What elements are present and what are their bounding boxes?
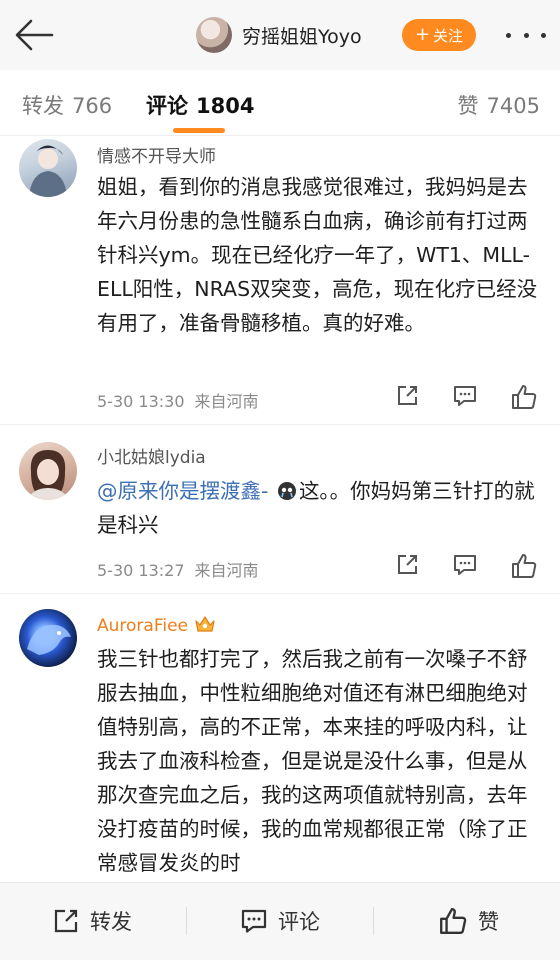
comment-time: 5-30 13:27 <box>97 561 185 580</box>
comment-item: AuroraFiee 我三针也都打完了，然后我之前有一次嗓子不舒服去抽血，中性粒… <box>0 609 560 882</box>
comment-icon <box>241 909 267 933</box>
commenter-avatar[interactable] <box>19 609 77 667</box>
avatar-figure-icon <box>29 145 67 197</box>
comment-label: 评论 <box>278 910 320 934</box>
share-icon <box>54 909 78 933</box>
share-button[interactable] <box>394 552 424 582</box>
reply-button[interactable] <box>452 383 482 413</box>
like-button[interactable] <box>510 552 540 582</box>
crying-face-emoji-icon <box>277 482 296 500</box>
thumbs-up-icon <box>512 385 537 409</box>
commenter-name-text: AuroraFiee <box>97 616 189 636</box>
thumbs-up-icon <box>440 908 467 934</box>
tab-label: 赞 <box>457 94 479 118</box>
author-name[interactable]: 穷摇姐姐Yoyo <box>242 22 362 49</box>
active-tab-indicator <box>173 128 225 133</box>
repost-button[interactable]: 转发 <box>52 905 132 937</box>
comment-divider <box>0 424 560 425</box>
comment-actions <box>392 552 542 582</box>
tab-likes[interactable]: 赞 7405 <box>458 90 540 120</box>
share-icon <box>398 555 417 574</box>
follow-label: 关注 <box>433 26 464 45</box>
comment-item: 小北姑娘lydia @原来你是摆渡鑫- 这。。你妈妈第三针打的就是科兴 5-30… <box>0 438 560 598</box>
comment-location: 来自河南 <box>194 392 259 411</box>
more-dot-icon <box>541 32 546 38</box>
comment-icon <box>454 555 476 575</box>
tab-label: 转发 <box>22 94 64 118</box>
back-button[interactable] <box>14 18 54 52</box>
plus-icon: + <box>414 24 431 45</box>
comment-location: 来自河南 <box>194 561 259 580</box>
commenter-name[interactable]: AuroraFiee <box>97 614 216 636</box>
follow-button[interactable]: + 关注 <box>402 19 476 51</box>
comment-meta: 5-30 13:30 来自河南 <box>97 388 259 412</box>
tab-count: 766 <box>72 94 113 118</box>
avatar-creature-icon <box>27 624 71 655</box>
author-avatar[interactable] <box>196 17 232 53</box>
commenter-avatar[interactable] <box>19 139 77 197</box>
more-dot-icon <box>523 32 529 38</box>
repost-label: 转发 <box>90 910 132 934</box>
reply-button[interactable] <box>452 552 482 582</box>
bottom-action-bar: 转发 评论 赞 <box>0 882 560 960</box>
comment-body: @原来你是摆渡鑫- 这。。你妈妈第三针打的就是科兴 <box>97 474 545 542</box>
avatar-figure-icon <box>27 450 69 500</box>
comment-time: 5-30 13:30 <box>97 392 185 411</box>
comment-icon <box>454 386 476 406</box>
like-post-button[interactable]: 赞 <box>438 905 499 937</box>
share-button[interactable] <box>394 383 424 413</box>
like-button[interactable] <box>510 383 540 413</box>
more-options-button[interactable] <box>506 25 546 45</box>
tab-reposts[interactable]: 转发 766 <box>22 90 112 120</box>
comment-actions <box>392 383 542 413</box>
comment-text: 我三针也都打完了，然后我之前有一次嗓子不舒服去抽血，中性粒细胞绝对值还有淋巴细胞… <box>97 647 528 875</box>
user-mention[interactable]: @原来你是摆渡鑫- <box>97 479 268 503</box>
top-bar: 穷摇姐姐Yoyo + 关注 <box>0 0 560 70</box>
comment-item: 情感不开导大师 姐姐，看到你的消息我感觉很难过，我妈妈是去年六月份患的急性髓系白… <box>0 137 560 437</box>
commenter-name[interactable]: 情感不开导大师 <box>97 142 216 167</box>
back-arrow-icon <box>15 19 54 51</box>
vip-crown-icon <box>195 616 215 632</box>
comment-button[interactable]: 评论 <box>240 905 320 937</box>
tab-label: 评论 <box>146 94 188 118</box>
comment-list[interactable]: 情感不开导大师 姐姐，看到你的消息我感觉很难过，我妈妈是去年六月份患的急性髓系白… <box>0 137 560 882</box>
commenter-name[interactable]: 小北姑娘lydia <box>97 443 206 468</box>
bottom-bar-separator <box>186 907 187 935</box>
share-icon <box>398 386 417 405</box>
post-tabs: 转发 766 评论 1804 赞 7405 <box>0 70 560 136</box>
tab-comments[interactable]: 评论 1804 <box>146 90 254 120</box>
tab-count: 1804 <box>196 94 255 118</box>
more-dot-icon <box>506 32 511 38</box>
tab-count: 7405 <box>486 94 540 118</box>
like-label: 赞 <box>478 910 499 934</box>
post-author[interactable]: 穷摇姐姐Yoyo <box>196 17 362 53</box>
comment-divider <box>0 593 560 594</box>
bottom-bar-separator <box>373 907 374 935</box>
thumbs-up-icon <box>512 554 537 578</box>
comment-text: 姐姐，看到你的消息我感觉很难过，我妈妈是去年六月份患的急性髓系白血病，确诊前有打… <box>97 175 538 335</box>
comment-meta: 5-30 13:27 来自河南 <box>97 557 259 581</box>
commenter-avatar[interactable] <box>19 442 77 500</box>
